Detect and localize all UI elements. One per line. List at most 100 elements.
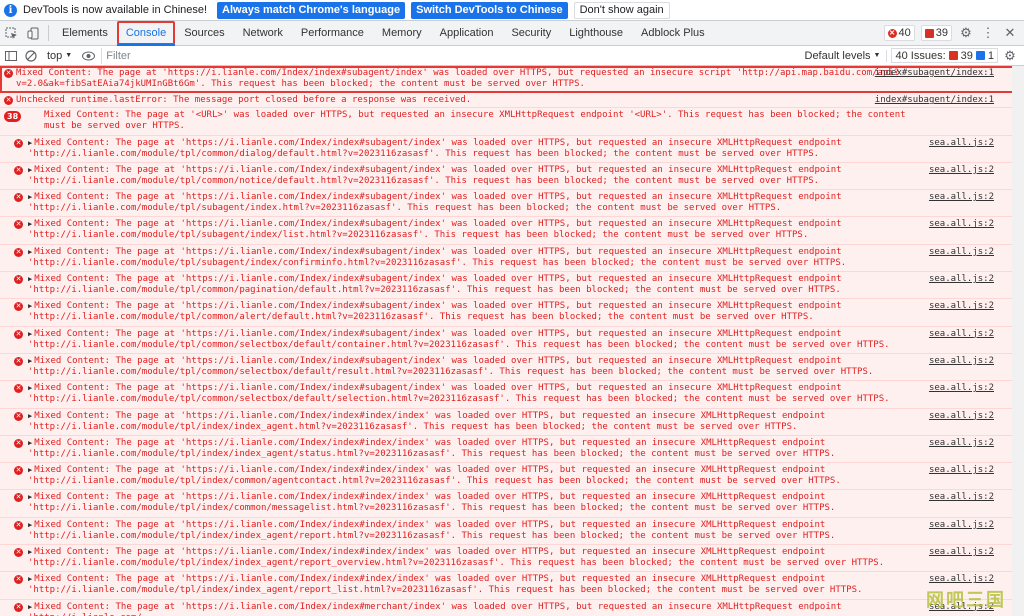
expand-triangle-icon[interactable]: ▶ [28,520,32,531]
console-message-text: Mixed Content: The page at 'https://i.li… [28,437,836,459]
console-message-row[interactable]: ✕ ▶ Mixed Content: The page at 'https://i.… [0,545,1024,573]
live-expression-eye-icon[interactable] [81,49,95,63]
expand-triangle-icon[interactable]: ▶ [28,492,32,503]
settings-gear-icon[interactable]: ⚙ [958,25,974,41]
tab-performance[interactable]: Performance [292,21,373,45]
source-link[interactable]: sea.all.js:2 [929,438,994,449]
tab-security[interactable]: Security [502,21,560,45]
console-message-row[interactable]: ✕ ▶ Mixed Content: The page at 'https://i.… [0,135,1024,163]
sidebar-toggle-icon[interactable] [4,49,18,63]
source-link[interactable]: sea.all.js:2 [929,165,994,176]
inspect-element-icon[interactable] [0,21,22,45]
source-link[interactable]: sea.all.js:2 [929,356,994,367]
source-link[interactable]: sea.all.js:2 [929,383,994,394]
console-message-row[interactable]: ✕ ▶ Mixed Content: The page at 'https://i.… [0,490,1024,518]
console-message-row[interactable]: 38 Mixed Content: The page at '<URL>' was… [0,108,1024,136]
console-message-row[interactable]: ✕ ▶ Mixed Content: The page at 'https://i.… [0,381,1024,409]
match-language-button[interactable]: Always match Chrome's language [217,1,406,19]
issues-info-count: 1 [987,49,994,62]
console-message-text: Mixed Content: The page at 'https://i.li… [28,383,890,405]
source-link[interactable]: sea.all.js:2 [929,574,994,585]
console-message-row[interactable]: ✕ ▶ Mixed Content: The page at 'https://i.… [0,408,1024,436]
source-link[interactable]: sea.all.js:2 [929,274,994,285]
console-message-row[interactable]: ✕ ▶ Mixed Content: The page at 'https://i.… [0,435,1024,464]
error-icon: ✕ [4,69,13,78]
expand-triangle-icon[interactable]: ▶ [28,411,32,422]
tab-console[interactable]: Console [116,21,176,46]
console-message-row[interactable]: ✕ ▶ Mixed Content: The page at 'https://i.… [0,299,1024,327]
tab-memory[interactable]: Memory [373,21,431,45]
more-options-icon[interactable]: ⋮ [980,25,996,41]
tab-adblock-plus[interactable]: Adblock Plus [632,21,714,45]
expand-triangle-icon[interactable]: ▶ [28,438,32,449]
console-message-row[interactable]: ✕ ▶ Mixed Content: The page at 'https://i.… [0,217,1024,245]
tab-elements[interactable]: Elements [53,21,117,45]
console-message-text: Mixed Content: The page at 'https://i.li… [28,601,842,616]
source-link[interactable]: sea.all.js:2 [929,411,994,422]
issue-flag-icon [924,28,934,38]
source-link[interactable]: sea.all.js:2 [929,492,994,503]
tab-application[interactable]: Application [431,21,503,45]
tab-sources[interactable]: Sources [175,21,233,45]
warning-count-badge[interactable]: 39 [920,25,952,41]
device-toggle-icon[interactable] [22,21,44,45]
console-message-row[interactable]: ✕ ▶ Mixed Content: The page at 'https://i.… [0,162,1024,191]
error-count-badge[interactable]: ✕ 40 [883,25,915,41]
source-link[interactable]: index#subagent/index:1 [875,95,994,106]
source-link[interactable]: index#subagent/index:1 [875,68,994,79]
error-icon: ✕ [14,356,23,366]
tab-lighthouse[interactable]: Lighthouse [560,21,632,45]
console-settings-gear-icon[interactable]: ⚙ [1002,48,1018,64]
expand-triangle-icon[interactable]: ▶ [28,301,32,312]
expand-triangle-icon[interactable]: ▶ [28,165,32,176]
expand-triangle-icon[interactable]: ▶ [28,329,32,340]
console-message-row[interactable]: ✕ ▶ Mixed Content: The page at 'https://i.… [0,326,1024,354]
expand-triangle-icon[interactable]: ▶ [28,574,32,585]
expand-triangle-icon[interactable]: ▶ [28,192,32,203]
clear-console-icon[interactable] [24,49,38,63]
expand-triangle-icon[interactable]: ▶ [28,356,32,367]
expand-triangle-icon[interactable]: ▶ [28,274,32,285]
console-message-text: Mixed Content: The page at 'https://i.li… [28,465,841,487]
source-link[interactable]: sea.all.js:2 [929,520,994,531]
source-link[interactable]: sea.all.js:2 [929,192,994,203]
console-message-row[interactable]: ✕ ▶ Mixed Content: The page at 'https://i.… [0,572,1024,600]
console-message-row[interactable]: ✕ ▶ Mixed Content: The page at 'https://i.… [0,517,1024,546]
expand-triangle-icon[interactable]: ▶ [28,547,32,558]
source-link[interactable]: sea.all.js:2 [929,465,994,476]
console-message-row[interactable]: ✕ ▶ Mixed Content: The page at 'https://i.… [0,190,1024,218]
console-message-row[interactable]: ✕ ▶ Mixed Content: The page at 'https://i.… [0,599,1024,616]
tab-network[interactable]: Network [234,21,292,45]
issues-button[interactable]: 40 Issues: 39 1 [891,48,998,63]
grouped-count-badge[interactable]: 38 [4,111,22,123]
toolbar-divider [48,25,49,41]
expand-triangle-icon[interactable]: ▶ [28,602,32,613]
source-link[interactable]: sea.all.js:2 [929,547,994,558]
context-selector[interactable]: top ▼ [44,50,75,62]
expand-triangle-icon[interactable]: ▶ [28,247,32,258]
console-message-row[interactable]: ✕ ▶ Mixed Content: The page at 'https://i.… [0,244,1024,273]
log-levels-dropdown[interactable]: Default levels ▼ [799,49,888,62]
filter-input[interactable]: Filter [101,47,251,64]
console-message-row[interactable]: ✕ ▶ Mixed Content: The page at 'https://i.… [0,353,1024,382]
scrollbar[interactable] [1012,66,1024,616]
dont-show-again-button[interactable]: Don't show again [573,1,670,19]
source-link[interactable]: sea.all.js:2 [929,138,994,149]
console-message-row[interactable]: ✕ Unchecked runtime.lastError: The messag… [0,93,1024,109]
console-message-text: Mixed Content: The page at 'https://i.li… [28,492,836,514]
expand-triangle-icon[interactable]: ▶ [28,383,32,394]
source-link[interactable]: sea.all.js:2 [929,219,994,230]
expand-triangle-icon[interactable]: ▶ [28,465,32,476]
close-icon[interactable]: ✕ [1002,25,1018,41]
source-link[interactable]: sea.all.js:2 [929,301,994,312]
info-icon: i [4,3,17,17]
switch-to-chinese-button[interactable]: Switch DevTools to Chinese [411,1,568,19]
console-message-row[interactable]: ✕ Mixed Content: The page at 'https://i.l… [0,66,1024,94]
error-icon: ✕ [14,438,23,448]
console-message-row[interactable]: ✕ ▶ Mixed Content: The page at 'https://i.… [0,463,1024,491]
expand-triangle-icon[interactable]: ▶ [28,219,32,230]
expand-triangle-icon[interactable]: ▶ [28,138,32,149]
source-link[interactable]: sea.all.js:2 [929,247,994,258]
source-link[interactable]: sea.all.js:2 [929,329,994,340]
console-message-row[interactable]: ✕ ▶ Mixed Content: The page at 'https://i.… [0,272,1024,300]
